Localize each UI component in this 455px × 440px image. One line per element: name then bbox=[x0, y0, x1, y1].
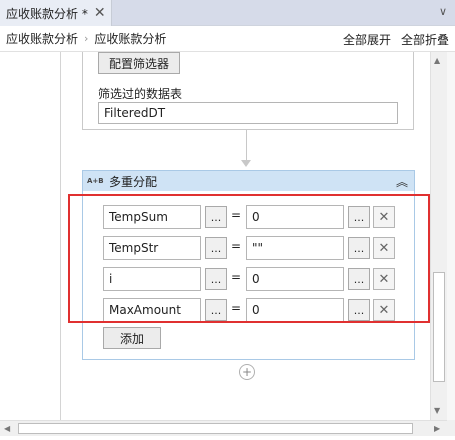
equals-sign: = bbox=[231, 208, 242, 222]
close-icon: ✕ bbox=[378, 209, 390, 225]
close-icon: ✕ bbox=[378, 240, 390, 256]
scrollbar-corner bbox=[447, 420, 455, 436]
delete-row-button[interactable]: ✕ bbox=[373, 237, 395, 259]
scroll-down-icon[interactable]: ▼ bbox=[434, 406, 440, 415]
value-browse-button[interactable]: ... bbox=[348, 299, 370, 321]
output-datatable-field[interactable]: FilteredDT bbox=[98, 102, 398, 124]
output-datatable-label: 筛选过的数据表 bbox=[98, 87, 183, 101]
tab-bar: 应收账款分析 * ✕ ∨ bbox=[0, 0, 455, 26]
breadcrumb-separator: › bbox=[84, 32, 89, 45]
filter-datatable-activity[interactable]: 配置筛选器 筛选过的数据表 FilteredDT bbox=[82, 52, 414, 130]
assign-row: MaxAmount ... = 0 ... ✕ bbox=[103, 298, 403, 322]
variable-browse-button[interactable]: ... bbox=[205, 206, 227, 228]
scroll-up-icon[interactable]: ▲ bbox=[434, 56, 440, 65]
assign-icon: A+B bbox=[87, 177, 104, 185]
vertical-scroll-thumb[interactable] bbox=[433, 272, 445, 382]
right-edge bbox=[447, 52, 455, 420]
assign-row: i ... = 0 ... ✕ bbox=[103, 267, 403, 291]
collapse-all-button[interactable]: 全部折叠 bbox=[401, 31, 449, 48]
variable-browse-button[interactable]: ... bbox=[205, 237, 227, 259]
scroll-right-icon[interactable]: ▶ bbox=[434, 424, 440, 433]
equals-sign: = bbox=[231, 239, 242, 253]
horizontal-scroll-thumb[interactable] bbox=[18, 423, 413, 434]
value-field[interactable]: "" bbox=[246, 236, 344, 260]
variable-field[interactable]: TempStr bbox=[103, 236, 201, 260]
breadcrumb-item[interactable]: 应收账款分析 bbox=[6, 30, 78, 47]
connector-line bbox=[246, 130, 247, 164]
activity-title: 多重分配 bbox=[109, 174, 158, 189]
assign-row: TempSum ... = 0 ... ✕ bbox=[103, 205, 403, 229]
value-field[interactable]: 0 bbox=[246, 267, 344, 291]
close-icon: ✕ bbox=[378, 302, 390, 318]
value-field[interactable]: 0 bbox=[246, 298, 344, 322]
tab-receivables-analysis[interactable]: 应收账款分析 * ✕ bbox=[0, 0, 112, 26]
variable-browse-button[interactable]: ... bbox=[205, 268, 227, 290]
variable-browse-button[interactable]: ... bbox=[205, 299, 227, 321]
add-button[interactable]: 添加 bbox=[103, 327, 161, 349]
scroll-left-icon[interactable]: ◀ bbox=[4, 424, 10, 433]
delete-row-button[interactable]: ✕ bbox=[373, 268, 395, 290]
tab-label: 应收账款分析 * bbox=[6, 6, 88, 21]
configure-filter-button[interactable]: 配置筛选器 bbox=[98, 52, 180, 74]
variable-field[interactable]: i bbox=[103, 267, 201, 291]
value-field[interactable]: 0 bbox=[246, 205, 344, 229]
delete-row-button[interactable]: ✕ bbox=[373, 206, 395, 228]
assign-row: TempStr ... = "" ... ✕ bbox=[103, 236, 403, 260]
add-activity-icon[interactable]: + bbox=[239, 364, 255, 380]
breadcrumb: 应收账款分析 › 应收账款分析 全部展开 全部折叠 bbox=[0, 26, 455, 52]
equals-sign: = bbox=[231, 301, 242, 315]
variable-field[interactable]: TempSum bbox=[103, 205, 201, 229]
value-browse-button[interactable]: ... bbox=[348, 268, 370, 290]
value-browse-button[interactable]: ... bbox=[348, 206, 370, 228]
workflow-canvas: 配置筛选器 筛选过的数据表 FilteredDT A+B 多重分配 ︽ Temp… bbox=[0, 52, 430, 420]
breadcrumb-item[interactable]: 应收账款分析 bbox=[94, 30, 166, 47]
collapse-icon[interactable]: ︽ bbox=[396, 173, 408, 190]
chevron-down-icon[interactable]: ∨ bbox=[439, 5, 447, 18]
connector-arrow-icon bbox=[241, 160, 251, 167]
expand-all-button[interactable]: 全部展开 bbox=[343, 31, 391, 48]
activity-header[interactable]: A+B 多重分配 ︽ bbox=[83, 171, 414, 191]
close-icon[interactable]: ✕ bbox=[94, 6, 106, 20]
close-icon: ✕ bbox=[378, 271, 390, 287]
multiple-assign-activity[interactable]: A+B 多重分配 ︽ TempSum ... = 0 ... ✕ TempStr… bbox=[82, 170, 415, 360]
horizontal-scrollbar[interactable]: ◀ ▶ bbox=[0, 420, 447, 436]
vertical-scrollbar[interactable]: ▲ ▼ bbox=[430, 52, 447, 420]
delete-row-button[interactable]: ✕ bbox=[373, 299, 395, 321]
variable-field[interactable]: MaxAmount bbox=[103, 298, 201, 322]
value-browse-button[interactable]: ... bbox=[348, 237, 370, 259]
equals-sign: = bbox=[231, 270, 242, 284]
